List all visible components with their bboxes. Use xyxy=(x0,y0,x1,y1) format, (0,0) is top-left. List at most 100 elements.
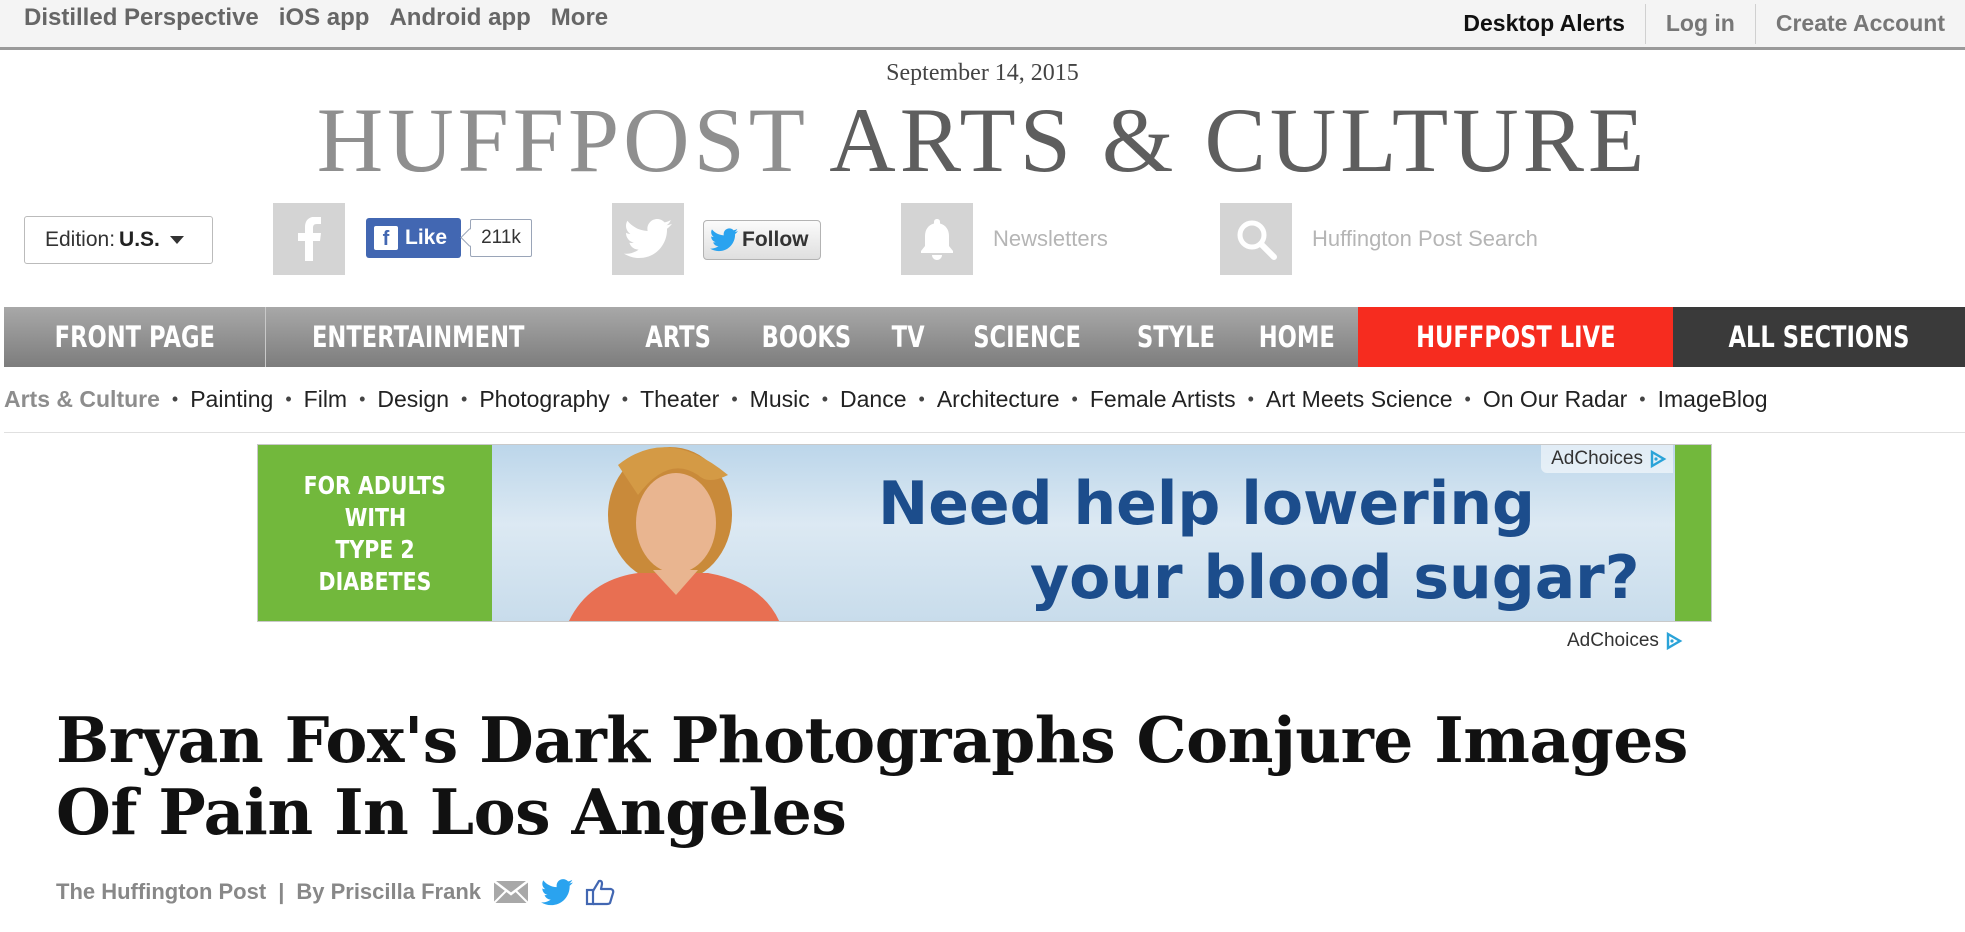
subnav-separator: • xyxy=(1247,389,1254,409)
subnav-section-title[interactable]: Arts & Culture xyxy=(4,386,160,413)
subnav-separator: • xyxy=(359,389,366,409)
subnav-separator: • xyxy=(1464,389,1471,409)
email-icon[interactable] xyxy=(493,879,529,905)
nav-home[interactable]: HOME xyxy=(1248,307,1346,367)
facebook-f-icon: f xyxy=(374,226,398,250)
article-source[interactable]: The Huffington Post xyxy=(56,879,266,905)
twitter-bird-icon xyxy=(710,228,738,252)
subnav-separator: • xyxy=(731,389,738,409)
subnav-item-photography[interactable]: Photography xyxy=(479,386,609,413)
nav-tv-label: TV xyxy=(891,320,925,354)
subnav-item-dance[interactable]: Dance xyxy=(840,386,906,413)
subnav-separator: • xyxy=(1071,389,1078,409)
top-links-left: Distilled Perspective iOS app Android ap… xyxy=(24,4,608,32)
ad-left-line3: TYPE 2 DIABETES xyxy=(318,535,432,596)
nav-huffpost-live-label: HUFFPOST LIVE xyxy=(1415,320,1616,354)
subnav-separator: • xyxy=(171,389,179,409)
subnav-item-art-meets-science[interactable]: Art Meets Science xyxy=(1266,386,1453,413)
top-utility-bar: Distilled Perspective iOS app Android ap… xyxy=(0,0,1965,50)
ad-banner[interactable]: FOR ADULTS WITH TYPE 2 DIABETES Need hel… xyxy=(257,444,1712,622)
nav-books[interactable]: BOOKS xyxy=(749,307,864,367)
subnav-item-on-our-radar[interactable]: On Our Radar xyxy=(1483,386,1627,413)
chevron-down-icon xyxy=(169,236,184,244)
masthead-date: September 14, 2015 xyxy=(886,60,1079,86)
ad-headline-line1: Need help lowering xyxy=(878,469,1535,539)
newsletters-link[interactable]: Newsletters xyxy=(993,226,1108,252)
nav-all-sections[interactable]: ALL SECTIONS xyxy=(1673,307,1965,367)
nav-style-label: STYLE xyxy=(1136,320,1215,354)
twitter-share-icon[interactable] xyxy=(541,878,573,906)
article-title: Bryan Fox's Dark Photographs Conjure Ima… xyxy=(56,703,1688,849)
subnav-item-music[interactable]: Music xyxy=(750,386,810,413)
adchoices-badge-inner[interactable]: AdChoices xyxy=(1541,445,1673,473)
subnav-separator: • xyxy=(461,389,468,409)
adchoices-icon xyxy=(1650,450,1667,468)
nav-huffpost-live[interactable]: HUFFPOST LIVE xyxy=(1358,307,1673,367)
subnav-divider xyxy=(4,432,1965,433)
subnav-item-theater[interactable]: Theater xyxy=(640,386,719,413)
subnav-item-female-artists[interactable]: Female Artists xyxy=(1090,386,1236,413)
subnav-separator: • xyxy=(1639,389,1646,409)
link-ios-app[interactable]: iOS app xyxy=(279,4,370,32)
ad-person-image xyxy=(569,447,780,621)
nav-home-label: HOME xyxy=(1258,320,1335,354)
login-link[interactable]: Log in xyxy=(1644,3,1755,44)
edition-value: U.S. xyxy=(119,228,160,251)
facebook-icon[interactable] xyxy=(273,203,345,275)
nav-all-sections-label: ALL SECTIONS xyxy=(1728,320,1910,354)
nav-science[interactable]: SCIENCE xyxy=(958,307,1096,367)
search-icon[interactable] xyxy=(1220,203,1292,275)
create-account-link[interactable]: Create Account xyxy=(1754,3,1965,44)
adchoices-link[interactable]: AdChoices xyxy=(1567,630,1683,652)
nav-entertainment[interactable]: ENTERTAINMENT xyxy=(282,307,554,367)
subnav-separator: • xyxy=(621,389,629,409)
byline-separator: | xyxy=(278,879,285,904)
article-author[interactable]: By Priscilla Frank xyxy=(296,879,481,905)
ad-headline-line2: your blood sugar? xyxy=(1030,543,1640,613)
main-nav: FRONT PAGE ENTERTAINMENT ARTS BOOKS TV S… xyxy=(4,307,1965,367)
search-input[interactable]: Huffington Post Search xyxy=(1312,226,1538,252)
twitter-icon[interactable] xyxy=(612,203,684,275)
nav-books-label: BOOKS xyxy=(761,320,852,354)
link-android-app[interactable]: Android app xyxy=(389,4,530,32)
subnav-item-film[interactable]: Film xyxy=(304,386,347,413)
subnav-separator: • xyxy=(821,389,829,409)
article-byline: The Huffington Post | By Priscilla Frank xyxy=(56,878,615,906)
thumbs-up-icon[interactable] xyxy=(585,878,615,906)
site-logo[interactable]: HUFFPOST ARTS & CULTURE xyxy=(0,90,1965,190)
nav-arts[interactable]: ARTS xyxy=(636,307,720,367)
subnav-separator: • xyxy=(285,389,292,409)
nav-science-label: SCIENCE xyxy=(973,320,1081,354)
nav-tv[interactable]: TV xyxy=(887,307,929,367)
ad-left-line2: WITH xyxy=(344,503,406,532)
ad-right-strip xyxy=(1675,445,1711,621)
logo-section: ARTS & CULTURE xyxy=(829,89,1649,191)
facebook-like-label: Like xyxy=(405,226,448,249)
nav-front-page-label: FRONT PAGE xyxy=(54,320,215,354)
link-more[interactable]: More xyxy=(551,4,608,32)
nav-arts-label: ARTS xyxy=(645,320,711,354)
subnav-item-architecture[interactable]: Architecture xyxy=(937,386,1060,413)
subnav-item-imageblog[interactable]: ImageBlog xyxy=(1658,386,1768,413)
nav-style[interactable]: STYLE xyxy=(1126,307,1226,367)
edition-label: Edition: xyxy=(45,228,116,251)
ad-left-panel: FOR ADULTS WITH TYPE 2 DIABETES xyxy=(258,445,492,621)
adchoices-label-outer: AdChoices xyxy=(1567,630,1659,651)
subnav-separator: • xyxy=(918,389,925,409)
nav-entertainment-label: ENTERTAINMENT xyxy=(311,320,525,354)
adchoices-label: AdChoices xyxy=(1551,448,1643,469)
section-subnav: Arts & Culture • Painting • Film • Desig… xyxy=(4,386,1965,413)
bell-icon[interactable] xyxy=(901,203,973,275)
subnav-item-design[interactable]: Design xyxy=(377,386,449,413)
top-links-right: Desktop Alerts Log in Create Account xyxy=(1443,0,1965,47)
facebook-like-button[interactable]: f Like xyxy=(366,218,461,258)
twitter-follow-button[interactable]: Follow xyxy=(703,220,821,260)
link-distilled-perspective[interactable]: Distilled Perspective xyxy=(24,4,259,32)
ad-left-line1: FOR ADULTS xyxy=(303,471,447,500)
ad-headline: Need help lowering your blood sugar? xyxy=(878,467,1640,615)
edition-selector[interactable]: Edition: U.S. xyxy=(24,216,213,264)
logo-huffpost: HUFFPOST xyxy=(316,89,808,191)
subnav-item-painting[interactable]: Painting xyxy=(190,386,273,413)
nav-front-page[interactable]: FRONT PAGE xyxy=(4,307,266,367)
desktop-alerts-link[interactable]: Desktop Alerts xyxy=(1443,4,1644,44)
